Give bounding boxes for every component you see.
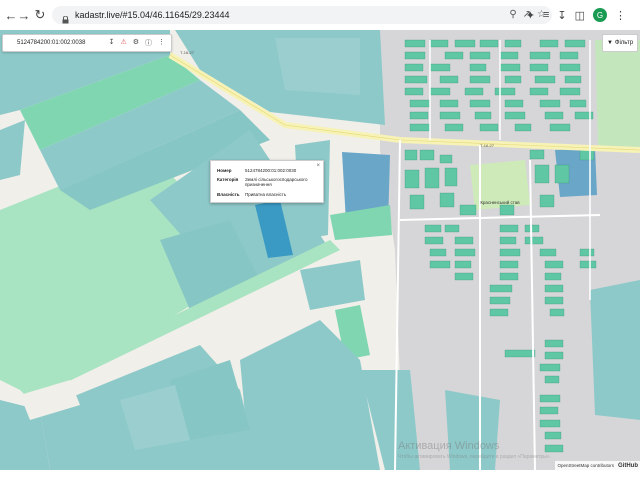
profile-avatar[interactable]: G: [593, 8, 607, 22]
menu-dots-icon[interactable]: ⋮: [615, 9, 626, 22]
reload-icon[interactable]: ↻: [32, 7, 48, 23]
lock-icon: [62, 11, 69, 24]
attribution-text[interactable]: OpenStreetMap contributors: [557, 463, 614, 468]
map-canvas[interactable]: Красненський став Т-16-27 Т-16-27: [0, 30, 640, 470]
settings-icon[interactable]: ⚙: [133, 38, 139, 48]
filter-label: Фільтр: [614, 40, 634, 46]
popup-value: 5124784200:01:002:0030: [245, 168, 297, 173]
map-attribution: OpenStreetMap contributors GitHub: [555, 461, 640, 470]
extensions-icon[interactable]: ✦: [526, 9, 535, 22]
side-panel-icon[interactable]: ◫: [575, 9, 585, 22]
search-input[interactable]: 5124784200:01:002:0038: [17, 40, 109, 46]
address-bar[interactable]: kadastr.live/#15.04/46.11645/29.23444 ⚲ …: [52, 6, 552, 24]
map-svg: [0, 30, 640, 470]
popup-value: Землі сільськогосподарського призначення: [245, 177, 308, 187]
download-icon[interactable]: ↧: [109, 38, 115, 48]
bottom-strip: [0, 470, 640, 480]
forward-arrow-icon[interactable]: →: [16, 7, 32, 23]
popup-row: Категорія Землі сільськогосподарського п…: [217, 177, 317, 187]
popup-key: Номер: [217, 168, 232, 173]
popup-row: Номер 5124784200:01:002:0030: [217, 168, 317, 173]
windows-activation-subtitle: Чтобы активировать Windows, перейдите в …: [398, 454, 552, 460]
windows-activation-watermark: Активация Windows: [398, 440, 500, 452]
url-text: kadastr.live/#15.04/46.11645/29.23444: [75, 10, 230, 20]
parcel-info-popup: × Номер 5124784200:01:002:0030 Категорія…: [210, 160, 324, 203]
popup-key: Категорія: [217, 177, 239, 182]
zoom-icon[interactable]: ⚲: [509, 9, 516, 20]
road-label: Т-16-27: [180, 50, 195, 55]
reading-list-icon[interactable]: ≡: [543, 9, 549, 21]
warning-icon[interactable]: ⚠: [120, 38, 126, 48]
filter-icon: ▼: [606, 40, 613, 46]
download-icon[interactable]: ↧: [557, 9, 566, 22]
popup-value: Приватна власність: [245, 192, 287, 197]
popup-row: Власність Приватна власність: [217, 192, 317, 197]
close-icon[interactable]: ×: [316, 163, 320, 169]
filter-button[interactable]: ▼ Фільтр: [602, 34, 638, 52]
more-icon[interactable]: ⋮: [158, 38, 165, 48]
github-link[interactable]: GitHub: [618, 463, 638, 469]
search-panel: 5124784200:01:002:0038 ↧ ⚠ ⚙ ⓘ ⋮: [2, 34, 172, 52]
place-label: Красненський став: [480, 200, 520, 205]
popup-key: Власність: [217, 192, 240, 197]
browser-toolbar: ← → ↻ kadastr.live/#15.04/46.11645/29.23…: [0, 0, 640, 31]
road-label: Т-16-27: [480, 143, 495, 148]
info-icon[interactable]: ⓘ: [145, 38, 152, 48]
